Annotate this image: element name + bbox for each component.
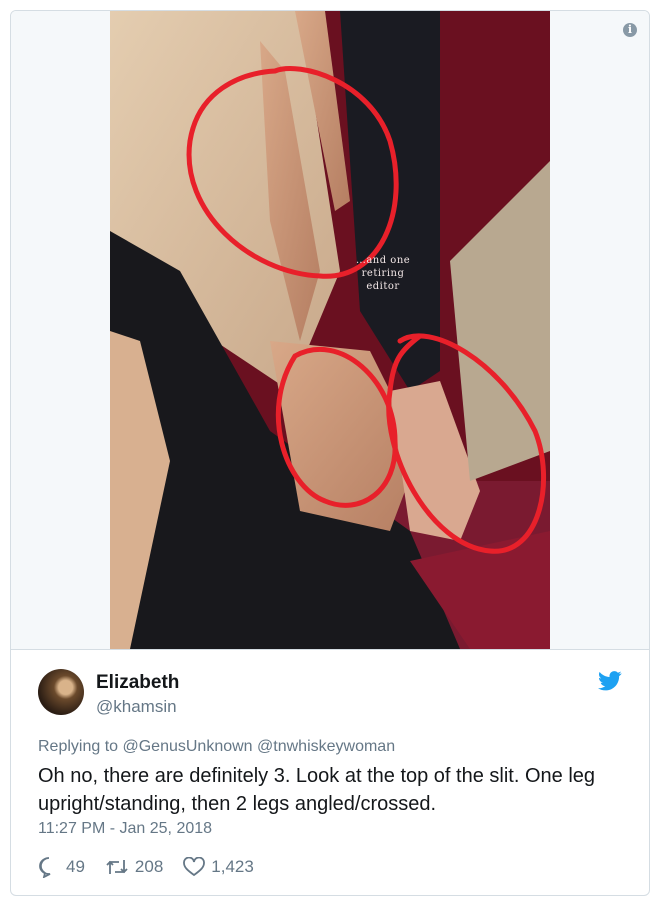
heart-icon — [183, 857, 206, 877]
tweet-actions: 49 208 1,423 — [38, 856, 274, 878]
tweet-text: Oh no, there are definitely 3. Look at t… — [38, 765, 596, 815]
author-handle[interactable]: @khamsin — [96, 697, 177, 717]
retweet-icon — [106, 860, 128, 874]
like-button[interactable]: 1,423 — [183, 857, 254, 877]
avatar[interactable] — [38, 669, 84, 715]
reply-count: 49 — [66, 857, 85, 876]
retweet-count: 208 — [134, 857, 164, 876]
tweet-media[interactable]: …and one retiring editor i — [11, 11, 649, 650]
author-name[interactable]: Elizabeth — [96, 672, 179, 694]
reply-button[interactable]: 49 — [38, 856, 85, 878]
embedded-tweet: …and one retiring editor i Elizabeth @kh… — [10, 10, 650, 896]
tweet-photo[interactable]: …and one retiring editor — [110, 11, 550, 649]
retweet-button[interactable]: 208 — [105, 857, 163, 877]
photo-illustration — [110, 11, 550, 649]
reply-icon — [39, 857, 51, 878]
tweet-timestamp[interactable]: 11:27 PM - Jan 25, 2018 — [38, 820, 212, 838]
photo-caption: …and one retiring editor — [355, 255, 411, 292]
info-icon[interactable]: i — [623, 23, 637, 37]
twitter-bird-icon[interactable] — [598, 671, 622, 691]
replying-to[interactable]: Replying to @GenusUnknown @tnwhiskeywoma… — [38, 738, 395, 756]
like-count: 1,423 — [211, 857, 254, 876]
